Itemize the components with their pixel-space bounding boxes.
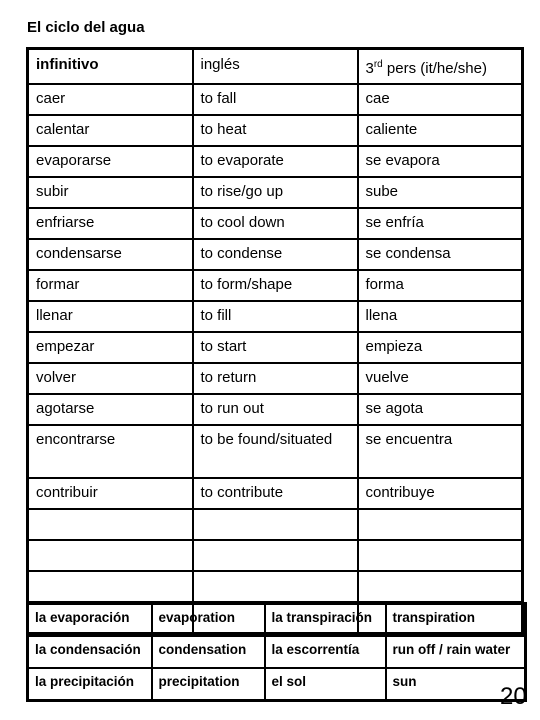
cell-infinitive: subir [26,176,194,209]
table-row: evaporarse to evaporate se evapora [26,145,524,178]
glossary-row: la condensación condensation la escorrentí… [26,635,527,669]
page-number: 20 [500,683,527,710]
cell-infinitive: volver [26,362,194,395]
cell-third-person: caliente [356,114,524,147]
cell-third-person: se evapora [356,145,524,178]
table-row: condensarse to condense se condensa [26,238,524,271]
glossary-row: la evaporación evaporation la transpiració… [26,602,527,637]
header-third-person: 3rd pers (it/he/she) [356,47,524,85]
cell-english: to start [191,331,359,364]
cell-third-person: sube [356,176,524,209]
table-row: encontrarse to be found/situated se encuen… [26,424,524,479]
empty-cell[interactable] [356,539,524,572]
cell-infinitive: enfriarse [26,207,194,240]
table-row: empezar to start empieza [26,331,524,364]
cell-third-person: empieza [356,331,524,364]
cell-infinitive: llenar [26,300,194,333]
glossary-row: la precipitación precipitation el sol sun [26,667,527,702]
header-english: inglés [191,47,359,85]
cell-infinitive: formar [26,269,194,302]
cell-third-person: se enfría [356,207,524,240]
table-row: agotarse to run out se agota [26,393,524,426]
glossary-cell-english-1: evaporation [150,602,266,637]
table-row: volver to return vuelve [26,362,524,395]
cell-english: to return [191,362,359,395]
cell-third-person: se encuentra [356,424,524,479]
table-row: contribuir to contribute contribuye [26,477,524,510]
cell-english: to evaporate [191,145,359,178]
table-row: caer to fall cae [26,83,524,116]
verb-table: infinitivo inglés 3rd pers (it/he/she) c… [26,47,524,635]
glossary-cell-english-2: run off / rain water [384,635,527,669]
glossary-cell-spanish-2: el sol [263,667,387,702]
document-title: El ciclo del agua [27,19,145,36]
cell-infinitive: calentar [26,114,194,147]
cell-infinitive: condensarse [26,238,194,271]
header-third-person-ordinal: rd [373,59,383,70]
glossary-cell-english-2: transpiration [384,602,527,637]
table-row: subir to rise/go up sube [26,176,524,209]
cell-english: to heat [191,114,359,147]
empty-row [26,508,524,541]
cell-infinitive: evaporarse [26,145,194,178]
cell-third-person: contribuye [356,477,524,510]
empty-cell[interactable] [26,539,194,572]
cell-infinitive: empezar [26,331,194,364]
glossary-cell-spanish-1: la evaporación [26,602,153,637]
cell-third-person: forma [356,269,524,302]
cell-third-person: se agota [356,393,524,426]
glossary-cell-spanish-1: la condensación [26,635,153,669]
cell-third-person: cae [356,83,524,116]
cell-english: to cool down [191,207,359,240]
cell-infinitive: caer [26,83,194,116]
cell-english: to fill [191,300,359,333]
cell-english: to fall [191,83,359,116]
cell-third-person: se condensa [356,238,524,271]
cell-infinitive: contribuir [26,477,194,510]
cell-english: to contribute [191,477,359,510]
empty-cell[interactable] [191,539,359,572]
cell-third-person: vuelve [356,362,524,395]
header-third-person-label: pers (it/he/she) [382,60,487,77]
header-third-person-number: 3 [365,60,374,77]
glossary-cell-english-1: precipitation [150,667,266,702]
empty-cell[interactable] [26,508,194,541]
cell-english: to run out [191,393,359,426]
glossary-cell-english-1: condensation [150,635,266,669]
empty-cell[interactable] [356,508,524,541]
empty-cell[interactable] [26,570,194,603]
cell-infinitive: encontrarse [26,424,194,479]
glossary-table: la evaporación evaporation la transpiració… [26,602,527,702]
header-infinitive: infinitivo [26,47,194,85]
cell-english: to be found/situated [191,424,359,479]
empty-row [26,570,524,603]
glossary-cell-spanish-2: la escorrentía [263,635,387,669]
empty-cell[interactable] [191,508,359,541]
cell-english: to rise/go up [191,176,359,209]
glossary-cell-spanish-1: la precipitación [26,667,153,702]
table-row: llenar to fill llena [26,300,524,333]
cell-english: to condense [191,238,359,271]
empty-cell[interactable] [191,570,359,603]
glossary-cell-spanish-2: la transpiración [263,602,387,637]
table-header-row: infinitivo inglés 3rd pers (it/he/she) [26,47,524,85]
cell-third-person: llena [356,300,524,333]
table-row: enfriarse to cool down se enfría [26,207,524,240]
table-row: formar to form/shape forma [26,269,524,302]
cell-english: to form/shape [191,269,359,302]
table-row: calentar to heat caliente [26,114,524,147]
empty-row [26,539,524,572]
cell-infinitive: agotarse [26,393,194,426]
empty-cell[interactable] [356,570,524,603]
